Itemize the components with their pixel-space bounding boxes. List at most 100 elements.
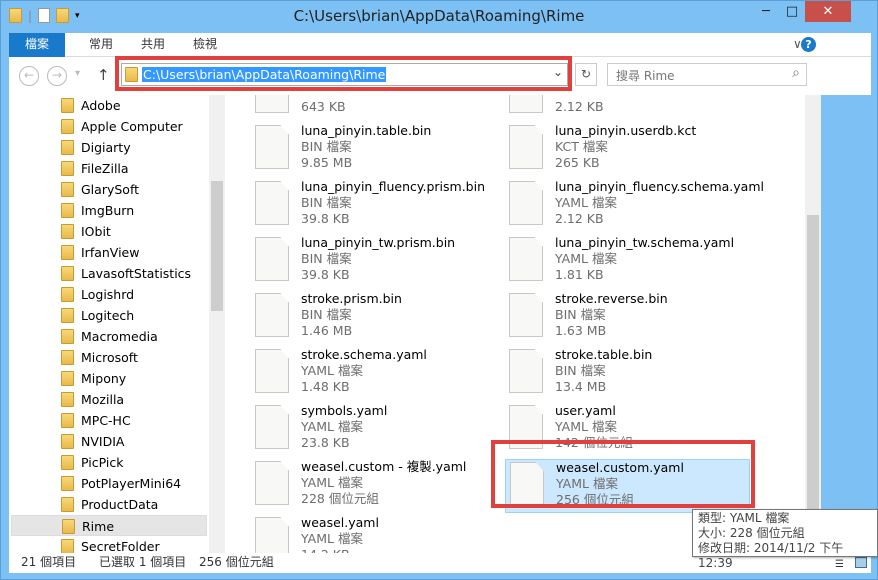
tab-view[interactable]: 檢視 [179, 33, 231, 56]
file-item[interactable]: luna_pinyin.table.bin BIN 檔案 9.85 MB [251, 123, 496, 177]
sidebar-item[interactable]: FileZilla [11, 158, 207, 179]
content-scrollbar[interactable] [805, 95, 821, 553]
file-item[interactable]: weasel.custom.yaml YAML 檔案 256 個位元組 [505, 459, 750, 513]
file-type: YAML 檔案 [555, 251, 617, 266]
sidebar-scrollbar[interactable] [209, 95, 225, 553]
sidebar-item[interactable]: Digiarty [11, 137, 207, 158]
file-item[interactable]: luna_pinyin_fluency.prism.bin BIN 檔案 39.8 … [251, 179, 496, 233]
document-icon [255, 405, 289, 449]
document-icon [255, 517, 289, 553]
content-scroll-thumb[interactable] [807, 215, 819, 535]
tab-share[interactable]: 共用 [127, 33, 179, 56]
search-input[interactable]: 搜尋 Rime ⌕ [607, 63, 807, 86]
file-size: 265 KB [555, 155, 600, 170]
selected-count: 已選取 1 個項目 [99, 555, 187, 569]
sidebar-item-label: ProductData [81, 497, 159, 512]
search-icon[interactable]: ⌕ [792, 65, 800, 81]
address-bar[interactable]: C:\Users\brian\AppData\Roaming\Rime ⌄ [121, 63, 568, 86]
up-button[interactable]: ↑ [97, 66, 110, 84]
sidebar-item[interactable]: Apple Computer [11, 116, 207, 137]
sidebar-item[interactable]: Logishrd [11, 284, 207, 305]
document-icon [509, 237, 543, 281]
document-icon [255, 461, 289, 505]
navigation-bar: ← → ▾ ↑ C:\Users\brian\AppData\Roaming\R… [9, 56, 871, 95]
sidebar-item-label: LavasoftStatistics [81, 266, 192, 281]
document-icon [255, 349, 289, 393]
window-title: C:\Users\brian\AppData\Roaming\Rime [293, 7, 585, 25]
tab-home[interactable]: 常用 [75, 33, 127, 56]
folder-icon [61, 182, 74, 197]
file-name: weasel.custom - 複製.yaml [301, 459, 467, 474]
refresh-button[interactable]: ↻ [575, 63, 597, 86]
sidebar-item-label: PotPlayerMini64 [81, 476, 182, 491]
folder-icon [61, 329, 74, 344]
file-size: 1.81 KB [555, 267, 604, 282]
file-item[interactable]: luna_pinyin_tw.schema.yaml YAML 檔案 1.81 KB [505, 235, 750, 289]
maximize-button[interactable]: □ [779, 1, 805, 22]
sidebar-item[interactable]: Mozilla [11, 389, 207, 410]
tooltip-type: 類型: YAML 檔案 [698, 511, 790, 525]
file-type: BIN 檔案 [301, 139, 352, 154]
sidebar-item[interactable]: Mipony [11, 368, 207, 389]
file-name: luna_pinyin_fluency.schema.yaml [555, 179, 764, 194]
folder-icon [61, 434, 74, 449]
file-size: 1.46 MB [301, 323, 353, 338]
file-item[interactable]: symbols.yaml YAML 檔案 23.8 KB [251, 403, 496, 457]
sidebar-scroll-thumb[interactable] [211, 181, 223, 311]
sidebar-item[interactable]: GlarySoft [11, 179, 207, 200]
back-button[interactable]: ← [19, 66, 39, 86]
sidebar-item[interactable]: SecretFolder [11, 536, 207, 553]
sidebar-item[interactable]: Macromedia [11, 326, 207, 347]
file-item[interactable]: luna_pinyin.userdb.kct KCT 檔案 265 KB [505, 123, 750, 177]
file-item[interactable]: stroke.table.bin BIN 檔案 13.4 MB [505, 347, 750, 401]
sidebar-item[interactable]: ProductData [11, 494, 207, 515]
file-item[interactable]: user.yaml YAML 檔案 142 個位元組 [505, 403, 750, 457]
file-item[interactable]: stroke.schema.yaml YAML 檔案 1.48 KB [251, 347, 496, 401]
help-icon[interactable]: ? [801, 37, 816, 52]
forward-button[interactable]: → [47, 66, 67, 86]
file-name: symbols.yaml [301, 403, 388, 418]
sidebar-item-label: Microsoft [81, 350, 138, 365]
file-type: YAML 檔案 [301, 419, 363, 434]
document-icon [255, 125, 289, 169]
sidebar-item[interactable]: NVIDIA [11, 431, 207, 452]
ribbon: 檔案 常用 共用 檢視 ∨ ? [9, 33, 871, 87]
sidebar-item[interactable]: IrfanView [11, 242, 207, 263]
sidebar-item[interactable]: IObit [11, 221, 207, 242]
file-name: stroke.table.bin [555, 347, 653, 362]
sidebar-item-label: Apple Computer [81, 119, 183, 134]
file-item[interactable]: 2.12 KB [505, 95, 750, 121]
address-dropdown-button[interactable]: ⌄ [553, 65, 563, 79]
file-type: YAML 檔案 [555, 195, 617, 210]
file-item[interactable]: weasel.yamlYAML 檔案14.2 KB [251, 515, 496, 553]
address-text[interactable]: C:\Users\brian\AppData\Roaming\Rime [142, 67, 387, 82]
folder-icon [61, 119, 74, 134]
sidebar-item[interactable]: Microsoft [11, 347, 207, 368]
close-button[interactable]: ✕ [805, 1, 851, 22]
folder-icon [61, 476, 74, 491]
file-item[interactable]: luna_pinyin_fluency.schema.yaml YAML 檔案 2.… [505, 179, 764, 233]
file-item[interactable]: stroke.reverse.bin BIN 檔案 1.63 MB [505, 291, 750, 345]
file-item[interactable]: stroke.prism.bin BIN 檔案 1.46 MB [251, 291, 496, 345]
tooltip-modified: 修改日期: 2014/11/2 下午 12:39 [698, 541, 844, 570]
file-item[interactable]: 643 KB [251, 95, 496, 121]
document-icon [255, 293, 289, 337]
sidebar-item[interactable]: Rime [11, 515, 207, 536]
sidebar-item[interactable]: LavasoftStatistics [11, 263, 207, 284]
title-bar: | ▾ C:\Users\brian\AppData\Roaming\Rime … [1, 1, 877, 33]
sidebar-item[interactable]: ImgBurn [11, 200, 207, 221]
sidebar-item[interactable]: MPC-HC [11, 410, 207, 431]
sidebar-item[interactable]: Logitech [11, 305, 207, 326]
folder-icon [61, 371, 74, 386]
file-item[interactable]: weasel.custom - 複製.yaml YAML 檔案 228 個位元組 [251, 459, 496, 513]
folder-icon [61, 455, 74, 470]
file-type: YAML 檔案 [301, 531, 363, 546]
sidebar-item[interactable]: PotPlayerMini64 [11, 473, 207, 494]
file-name: luna_pinyin_tw.prism.bin [301, 235, 456, 250]
sidebar-item[interactable]: PicPick [11, 452, 207, 473]
minimize-button[interactable]: ─ [753, 1, 779, 22]
folder-icon [61, 98, 74, 113]
file-item[interactable]: luna_pinyin_tw.prism.bin BIN 檔案 39.8 KB [251, 235, 496, 289]
sidebar-item[interactable]: Adobe [11, 95, 207, 116]
recent-locations-button[interactable]: ▾ [75, 68, 80, 79]
